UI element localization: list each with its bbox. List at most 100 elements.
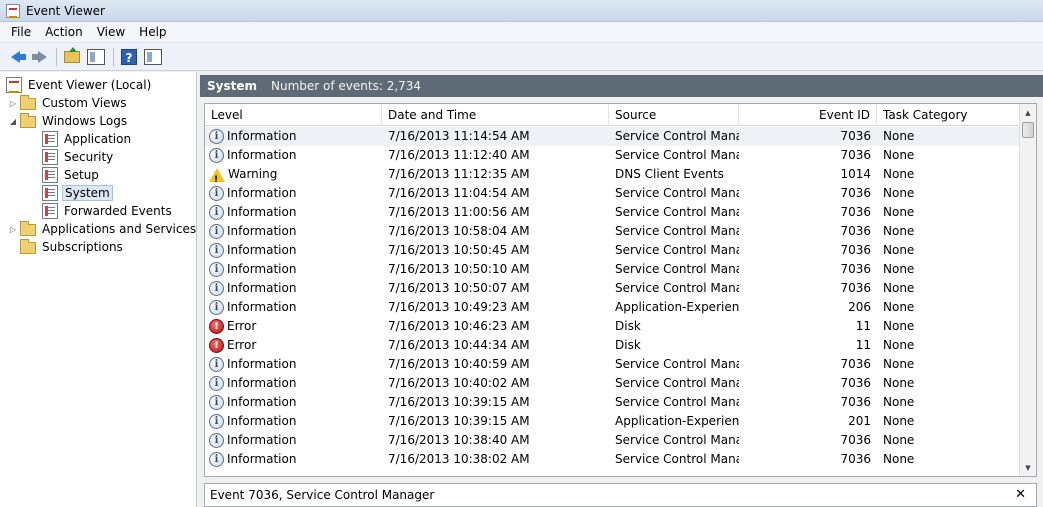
tree-item-subscriptions[interactable]: Subscriptions	[20, 238, 125, 256]
tree-item-forwarded-events[interactable]: Forwarded Events	[42, 202, 174, 220]
log-icon	[42, 131, 58, 147]
information-icon: i	[209, 243, 224, 258]
table-row[interactable]: i Information 7/16/2013 10:39:15 AM Service…	[205, 393, 1020, 412]
table-row[interactable]: ! Warning 7/16/2013 11:12:35 AM DNS Client …	[205, 165, 1020, 184]
events-grid: Level Date and Time Source Event ID Task…	[204, 103, 1037, 477]
collapse-arrow-icon[interactable]: ◢	[8, 117, 18, 126]
table-row[interactable]: i Information 7/16/2013 10:38:40 AM Service…	[205, 431, 1020, 450]
vertical-scrollbar[interactable]: ▲ ▼	[1019, 104, 1036, 476]
table-row[interactable]: ! Error 7/16/2013 10:46:23 AM Disk 11 None	[205, 317, 1020, 336]
cell-event-id: 7036	[840, 281, 871, 295]
table-row[interactable]: i Information 7/16/2013 11:00:56 AM Service…	[205, 203, 1020, 222]
tree-item-label: Forwarded Events	[64, 204, 172, 218]
column-header-level[interactable]: Level	[205, 104, 382, 126]
close-icon[interactable]: ✕	[1015, 487, 1026, 502]
folder-icon	[20, 239, 36, 254]
event-viewer-app-icon	[6, 3, 20, 18]
column-header-event-id[interactable]: Event ID	[739, 104, 877, 126]
cell-level: i Information	[205, 203, 382, 222]
error-icon: !	[209, 338, 224, 353]
column-header-task-category[interactable]: Task Category	[877, 104, 1020, 126]
cell-date: 7/16/2013 10:50:45 AM	[388, 243, 530, 257]
up-level-button[interactable]	[61, 46, 83, 68]
log-header: System Number of events: 2,734	[200, 75, 1043, 97]
tree-item-label: Subscriptions	[42, 240, 123, 254]
cell-date: 7/16/2013 10:38:02 AM	[388, 452, 530, 466]
information-icon: i	[209, 148, 224, 163]
level-text: Information	[227, 205, 297, 219]
information-icon: i	[209, 376, 224, 391]
tree-item-root[interactable]: Event Viewer (Local)	[6, 76, 153, 94]
table-row[interactable]: i Information 7/16/2013 10:50:45 AM Service…	[205, 241, 1020, 260]
menu-action[interactable]: Action	[38, 22, 90, 43]
cell-event-id: 7036	[840, 357, 871, 371]
show-hide-tree-button[interactable]	[85, 46, 107, 68]
menu-help[interactable]: Help	[132, 22, 173, 43]
show-hide-action-pane-button[interactable]	[142, 46, 164, 68]
console-tree-icon	[87, 49, 105, 65]
level-text: Information	[227, 148, 297, 162]
event-count: Number of events: 2,734	[271, 79, 422, 93]
cell-level: ! Error	[205, 336, 382, 355]
back-button[interactable]	[4, 46, 26, 68]
table-row[interactable]: i Information 7/16/2013 11:04:54 AM Service…	[205, 184, 1020, 203]
cell-event-id: 7036	[840, 186, 871, 200]
information-icon: i	[209, 129, 224, 144]
cell-level: i Information	[205, 222, 382, 241]
error-icon: !	[209, 319, 224, 334]
scroll-up-arrow-icon[interactable]: ▲	[1020, 104, 1036, 121]
table-row[interactable]: i Information 7/16/2013 10:49:23 AM Applica…	[205, 298, 1020, 317]
cell-task-category: None	[883, 433, 915, 447]
cell-date: 7/16/2013 10:39:15 AM	[388, 414, 530, 428]
tree-item-label: Event Viewer (Local)	[28, 78, 152, 92]
cell-date: 7/16/2013 10:58:04 AM	[388, 224, 530, 238]
cell-task-category: None	[883, 186, 915, 200]
expand-arrow-icon[interactable]: ▷	[8, 225, 18, 234]
level-text: Information	[227, 357, 297, 371]
tree-item-apps-services-logs[interactable]: ▷ Applications and Services Logs	[8, 220, 196, 238]
table-row[interactable]: i Information 7/16/2013 10:50:10 AM Service…	[205, 260, 1020, 279]
tree-item-system[interactable]: System	[42, 184, 113, 202]
cell-level: i Information	[205, 412, 382, 431]
expand-arrow-icon[interactable]: ▷	[8, 99, 18, 108]
menu-view[interactable]: View	[90, 22, 132, 43]
cell-date: 7/16/2013 11:12:40 AM	[388, 148, 530, 162]
cell-source: Application-Experience	[615, 414, 739, 428]
menu-file[interactable]: File	[4, 22, 38, 43]
cell-event-id: 7036	[840, 376, 871, 390]
cell-event-id: 201	[848, 414, 871, 428]
scroll-down-arrow-icon[interactable]: ▼	[1020, 459, 1036, 476]
tree-item-custom-views[interactable]: ▷ Custom Views	[8, 94, 129, 112]
tree-item-application[interactable]: Application	[42, 130, 133, 148]
table-row[interactable]: i Information 7/16/2013 10:38:02 AM Service…	[205, 450, 1020, 469]
table-row[interactable]: i Information 7/16/2013 10:39:15 AM Applica…	[205, 412, 1020, 431]
level-text: Information	[227, 376, 297, 390]
column-header-source[interactable]: Source	[609, 104, 739, 126]
information-icon: i	[209, 414, 224, 429]
table-row[interactable]: i Information 7/16/2013 10:50:07 AM Service…	[205, 279, 1020, 298]
table-row[interactable]: i Information 7/16/2013 11:12:40 AM Service…	[205, 146, 1020, 165]
table-row[interactable]: i Information 7/16/2013 10:58:04 AM Service…	[205, 222, 1020, 241]
tree-item-label: Application	[64, 132, 132, 146]
cell-level: i Information	[205, 184, 382, 203]
table-row[interactable]: i Information 7/16/2013 10:40:02 AM Service…	[205, 374, 1020, 393]
tree-item-security[interactable]: Security	[42, 148, 115, 166]
cell-event-id: 7036	[840, 243, 871, 257]
cell-source: Service Control Mana...	[615, 433, 739, 447]
tree-item-label: Security	[64, 150, 114, 164]
table-row[interactable]: i Information 7/16/2013 11:14:54 AM Service…	[205, 127, 1020, 146]
column-header-date[interactable]: Date and Time	[382, 104, 609, 126]
scrollbar-thumb[interactable]	[1022, 122, 1034, 138]
table-row[interactable]: i Information 7/16/2013 10:40:59 AM Service…	[205, 355, 1020, 374]
tree-item-setup[interactable]: Setup	[42, 166, 101, 184]
cell-event-id: 11	[855, 338, 871, 352]
tree-item-label: System	[62, 185, 113, 201]
cell-source: Service Control Mana...	[615, 243, 739, 257]
table-row[interactable]: ! Error 7/16/2013 10:44:34 AM Disk 11 None	[205, 336, 1020, 355]
cell-level: ! Error	[205, 317, 382, 336]
forward-button[interactable]	[28, 46, 50, 68]
level-text: Error	[227, 338, 257, 352]
help-button[interactable]: ?	[118, 46, 140, 68]
tree-item-windows-logs[interactable]: ◢ Windows Logs	[8, 112, 129, 130]
information-icon: i	[209, 186, 224, 201]
